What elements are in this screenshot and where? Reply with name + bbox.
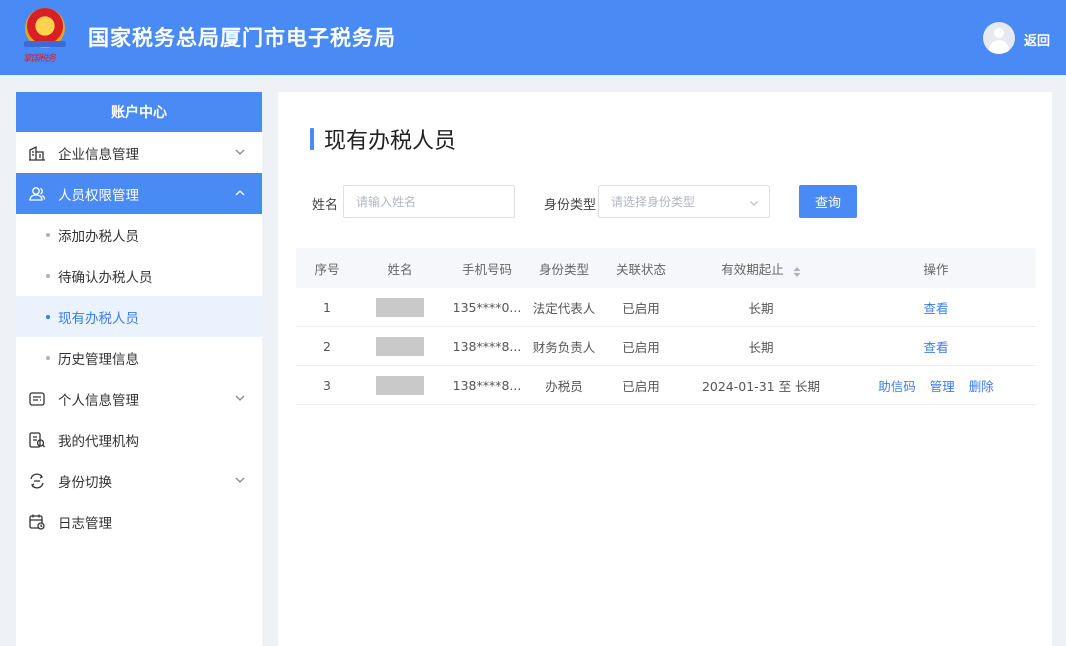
- validity-cell: 长期: [748, 300, 774, 316]
- site-title: 国家税务总局厦门市电子税务局: [88, 26, 396, 50]
- sidebar-item-label: 我的代理机构: [58, 433, 139, 450]
- delete-link[interactable]: 删除: [969, 379, 994, 394]
- redacted-name: [376, 336, 424, 356]
- name-filter-label: 姓名: [312, 198, 339, 213]
- name-cell-masked: [358, 336, 442, 356]
- chevron-up-icon: [234, 187, 246, 199]
- name-cell-masked: [358, 375, 442, 395]
- title-accent-bar: [310, 128, 314, 150]
- top-header: 掌国税务 国家税务总局厦门市电子税务局 返回: [0, 0, 1066, 75]
- column-header-sortable[interactable]: 有效期起止: [686, 259, 836, 278]
- identity-type-label: 身份类型: [544, 198, 597, 213]
- sidebar-item-label: 企业信息管理: [58, 146, 139, 163]
- tax-bureau-logo: 掌国税务: [20, 8, 70, 66]
- validity-cell: 长期: [748, 339, 774, 355]
- chevron-down-icon: [749, 197, 759, 207]
- page-title: 现有办税人员: [310, 124, 456, 154]
- sidebar-subitem-label: 现有办税人员: [58, 310, 139, 327]
- identity-type-select[interactable]: 请选择身份类型: [598, 185, 770, 218]
- phone-cell: 138****8...: [452, 377, 522, 393]
- sidebar-item-label: 人员权限管理: [58, 187, 139, 204]
- bullet-dot: [46, 274, 50, 278]
- table-row: 3 138****8... 办税员 已启用 2024-01-31 至 长期 助信…: [296, 366, 1036, 405]
- sidebar-subitem-add-staff[interactable]: 添加办税人员: [16, 214, 262, 255]
- view-link[interactable]: 查看: [923, 301, 948, 316]
- status-cell: 已启用: [622, 300, 660, 316]
- people-icon: [28, 185, 46, 203]
- sidebar-subitem-label: 待确认办税人员: [58, 269, 153, 286]
- sidebar-subitem-label: 历史管理信息: [58, 351, 139, 368]
- identity-cell: 法定代表人: [532, 300, 596, 316]
- column-header: 操作: [923, 261, 949, 277]
- column-header: 身份类型: [538, 261, 589, 277]
- sidebar-title: 账户中心: [16, 92, 262, 132]
- column-header-label: 有效期起止: [721, 261, 784, 277]
- query-button[interactable]: 查询: [799, 185, 857, 218]
- sidebar-item-label: 个人信息管理: [58, 392, 139, 409]
- staff-table: 序号 姓名 手机号码 身份类型 关联状态 有效期起止 操作 1 135****0…: [296, 248, 1036, 405]
- agency-icon: [28, 431, 46, 449]
- sidebar-item-staff-permissions[interactable]: 人员权限管理: [16, 173, 262, 214]
- sidebar-subitem-history[interactable]: 历史管理信息: [16, 337, 262, 378]
- main-panel: 现有办税人员 姓名 请输入姓名 身份类型 请选择身份类型 查询 序号 姓名 手机…: [278, 92, 1052, 646]
- actions-cell: 查看: [836, 298, 1036, 317]
- sidebar-subitem-pending-staff[interactable]: 待确认办税人员: [16, 255, 262, 296]
- actions-cell: 查看: [836, 337, 1036, 356]
- sidebar-item-identity-switch[interactable]: 身份切换: [16, 460, 262, 501]
- redacted-name: [376, 297, 424, 317]
- row-index: 3: [323, 377, 331, 393]
- column-header: 序号: [314, 261, 340, 277]
- table-row: 2 138****8... 财务负责人 已启用 长期 查看: [296, 327, 1036, 366]
- name-search-input[interactable]: 请输入姓名: [343, 185, 515, 218]
- sidebar-item-agency[interactable]: 我的代理机构: [16, 419, 262, 460]
- phone-cell: 138****8...: [452, 338, 522, 354]
- view-link[interactable]: 查看: [923, 340, 948, 355]
- sidebar-subitem-current-staff[interactable]: 现有办税人员: [16, 296, 262, 337]
- redacted-name: [376, 375, 424, 395]
- actions-cell: 助信码 管理 删除: [836, 376, 1036, 395]
- sidebar-item-label: 身份切换: [58, 474, 112, 491]
- switch-icon: [28, 472, 46, 490]
- name-input-placeholder: 请输入姓名: [356, 195, 417, 209]
- name-cell-masked: [358, 297, 442, 317]
- column-header: 姓名: [387, 261, 413, 277]
- status-cell: 已启用: [622, 378, 660, 394]
- sort-icon[interactable]: [793, 265, 801, 277]
- bullet-dot: [46, 356, 50, 360]
- bullet-dot: [46, 315, 50, 319]
- id-card-icon: [28, 390, 46, 408]
- page-title-text: 现有办税人员: [324, 129, 457, 154]
- table-row: 1 135****0... 法定代表人 已启用 长期 查看: [296, 288, 1036, 327]
- identity-cell: 办税员: [545, 378, 583, 394]
- identity-select-placeholder: 请选择身份类型: [611, 195, 696, 209]
- logo-signature: 掌国税务: [23, 54, 56, 64]
- row-index: 1: [323, 299, 331, 315]
- back-button[interactable]: 返回: [1024, 30, 1050, 49]
- row-index: 2: [323, 338, 331, 354]
- column-header: 手机号码: [461, 261, 512, 277]
- building-icon: [28, 144, 46, 162]
- chevron-down-icon: [234, 474, 246, 486]
- user-avatar[interactable]: [983, 22, 1015, 54]
- help-code-link[interactable]: 助信码: [878, 379, 916, 394]
- manage-link[interactable]: 管理: [930, 379, 955, 394]
- sidebar-item-enterprise-info[interactable]: 企业信息管理: [16, 132, 262, 173]
- sidebar-subitem-label: 添加办税人员: [58, 228, 139, 245]
- bullet-dot: [46, 233, 50, 237]
- sidebar-item-label: 日志管理: [58, 515, 112, 532]
- sidebar: 账户中心 企业信息管理 人员权限管理 添加办税人员 待确认办税人员 现有办税人员…: [16, 92, 262, 646]
- column-header: 关联状态: [615, 261, 666, 277]
- phone-cell: 135****0...: [452, 299, 522, 315]
- status-cell: 已启用: [622, 339, 660, 355]
- chevron-down-icon: [234, 392, 246, 404]
- validity-cell: 2024-01-31 至 长期: [701, 378, 821, 394]
- sidebar-item-personal-info[interactable]: 个人信息管理: [16, 378, 262, 419]
- table-header: 序号 姓名 手机号码 身份类型 关联状态 有效期起止 操作: [296, 248, 1036, 288]
- identity-cell: 财务负责人: [532, 339, 596, 355]
- chevron-down-icon: [234, 146, 246, 158]
- sidebar-item-log-management[interactable]: 日志管理: [16, 501, 262, 542]
- calendar-log-icon: [28, 513, 46, 531]
